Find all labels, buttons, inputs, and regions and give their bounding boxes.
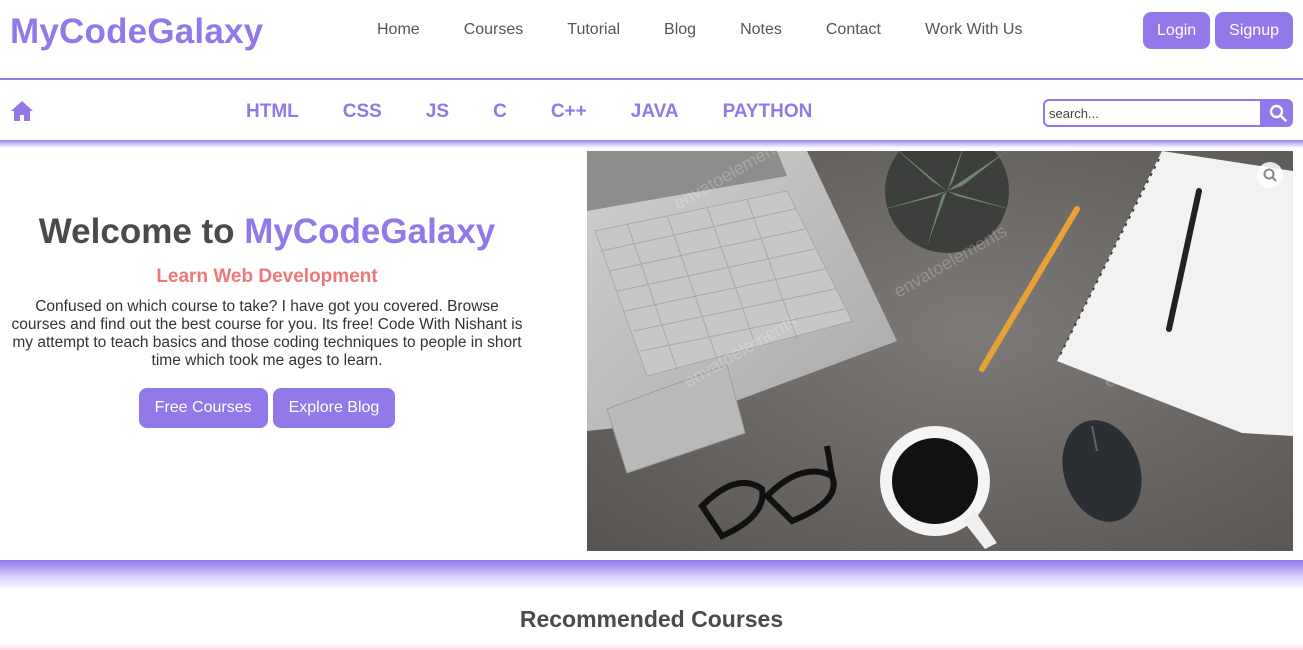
- hero-text: Welcome to MyCodeGalaxy Learn Web Develo…: [0, 212, 534, 428]
- language-bar: HTML CSS JS C C++ JAVA PAYTHON: [0, 82, 1303, 142]
- search-icon: [1269, 104, 1287, 122]
- hero-image: envatoelements envatoelements envatoelem…: [587, 151, 1293, 551]
- auth-buttons: Login Signup: [1143, 12, 1293, 49]
- lang-java[interactable]: JAVA: [609, 100, 701, 124]
- free-courses-button[interactable]: Free Courses: [138, 388, 268, 428]
- hero-section: Welcome to MyCodeGalaxy Learn Web Develo…: [0, 150, 1303, 562]
- nav-home[interactable]: Home: [355, 20, 442, 40]
- hero-subtitle: Learn Web Development: [156, 266, 378, 287]
- top-header: MyCodeGalaxy Home Courses Tutorial Blog …: [0, 0, 1303, 80]
- nav-courses[interactable]: Courses: [442, 20, 546, 40]
- main-nav: Home Courses Tutorial Blog Notes Contact…: [355, 20, 1044, 40]
- hero-description: Confused on which course to take? I have…: [11, 298, 523, 369]
- lang-html[interactable]: HTML: [224, 100, 321, 124]
- hero-shadow: [0, 560, 1303, 590]
- hero-title-prefix: Welcome to: [38, 212, 235, 251]
- search-button[interactable]: [1262, 99, 1293, 127]
- recommended-title: Recommended Courses: [519, 606, 784, 632]
- lang-cpp[interactable]: C++: [529, 100, 609, 124]
- desk-photo: [587, 151, 1293, 551]
- login-button[interactable]: Login: [1143, 12, 1211, 49]
- recommended-section: Recommended Courses: [0, 590, 1303, 650]
- hero-buttons: Free Courses Explore Blog: [0, 388, 534, 428]
- section-divider: [0, 644, 1303, 650]
- image-zoom-icon[interactable]: [1257, 162, 1283, 188]
- nav-notes[interactable]: Notes: [718, 20, 804, 40]
- hero-title-brand: MyCodeGalaxy: [244, 212, 496, 251]
- lang-css[interactable]: CSS: [321, 100, 404, 124]
- search-input[interactable]: [1043, 99, 1262, 127]
- home-icon[interactable]: [10, 100, 34, 122]
- lang-js[interactable]: JS: [404, 100, 471, 124]
- explore-blog-button[interactable]: Explore Blog: [272, 388, 396, 428]
- hero-title: Welcome to MyCodeGalaxy: [0, 212, 534, 252]
- lang-c[interactable]: C: [471, 100, 529, 124]
- lang-python[interactable]: PAYTHON: [701, 100, 835, 124]
- nav-tutorial[interactable]: Tutorial: [545, 20, 642, 40]
- nav-shadow: [0, 140, 1303, 148]
- language-nav: HTML CSS JS C C++ JAVA PAYTHON: [224, 100, 834, 124]
- site-logo[interactable]: MyCodeGalaxy: [10, 12, 263, 52]
- signup-button[interactable]: Signup: [1215, 12, 1293, 49]
- search-box: [1043, 99, 1293, 127]
- nav-blog[interactable]: Blog: [642, 20, 718, 40]
- nav-contact[interactable]: Contact: [804, 20, 903, 40]
- nav-work-with-us[interactable]: Work With Us: [903, 20, 1044, 40]
